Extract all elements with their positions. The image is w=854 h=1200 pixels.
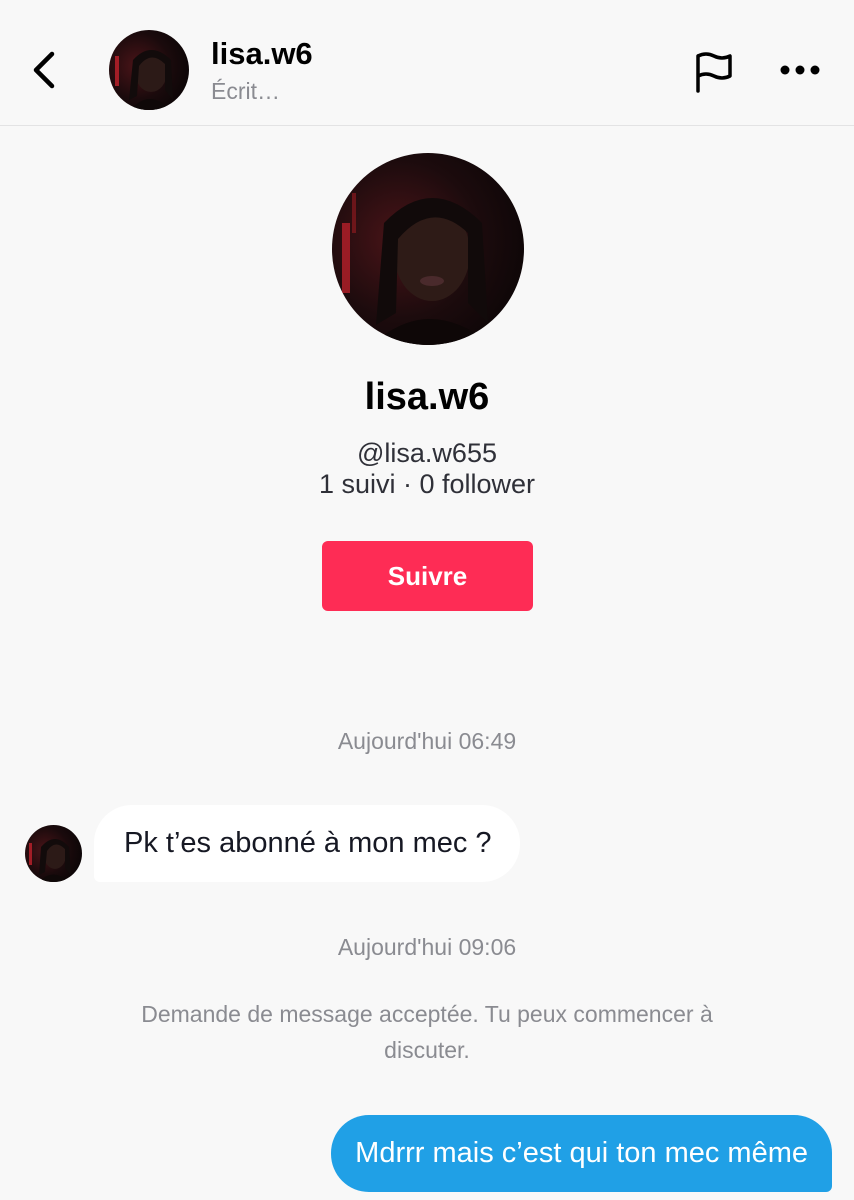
header-username[interactable]: lisa.w6 bbox=[211, 36, 313, 72]
chevron-left-icon bbox=[33, 51, 55, 89]
header-avatar[interactable] bbox=[109, 30, 189, 110]
profile-handle: @lisa.w655 bbox=[357, 438, 497, 468]
more-horizontal-icon bbox=[780, 65, 820, 75]
profile-stats: 1 suivi · 0 follower bbox=[318, 469, 536, 499]
message-timestamp: Aujourd'hui 06:49 bbox=[337, 728, 517, 754]
follow-button[interactable]: Suivre bbox=[322, 541, 533, 611]
outgoing-message-bubble[interactable]: Mdrrr mais c’est qui ton mec même bbox=[331, 1115, 832, 1192]
chat-header: lisa.w6 Écrit… bbox=[0, 0, 854, 126]
flag-icon bbox=[696, 52, 732, 93]
sender-avatar[interactable] bbox=[25, 825, 82, 882]
back-button[interactable] bbox=[22, 44, 66, 96]
system-notice: Demande de message acceptée. Tu peux com… bbox=[141, 1001, 713, 1063]
message-timestamp: Aujourd'hui 09:06 bbox=[337, 934, 517, 960]
typing-status: Écrit… bbox=[211, 78, 280, 104]
report-button[interactable] bbox=[686, 46, 738, 98]
profile-avatar[interactable] bbox=[332, 153, 524, 345]
profile-name: lisa.w6 bbox=[364, 376, 490, 418]
incoming-message-bubble[interactable]: Pk t’es abonné à mon mec ? bbox=[94, 805, 520, 882]
more-options-button[interactable] bbox=[774, 50, 826, 90]
